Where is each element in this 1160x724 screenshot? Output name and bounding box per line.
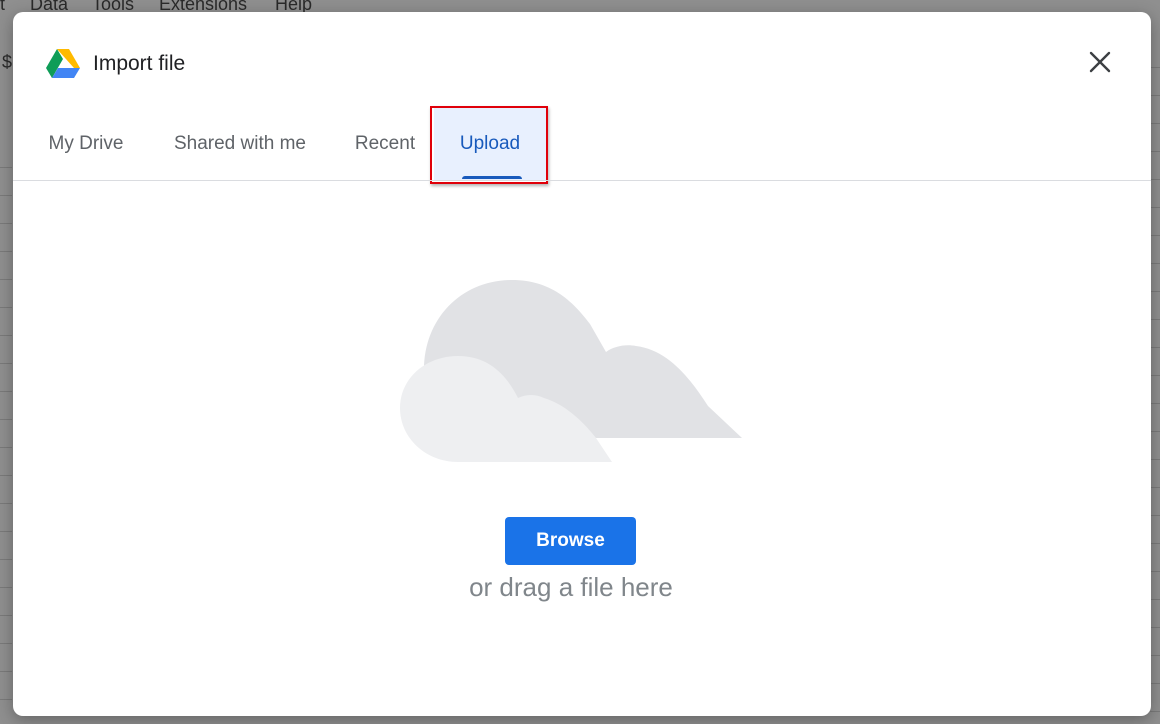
tab-label: My Drive (48, 133, 124, 154)
bg-side-glyph: $ (2, 52, 13, 72)
google-drive-icon (46, 48, 80, 78)
bg-grid-left (0, 140, 12, 724)
browse-button[interactable]: Browse (505, 517, 636, 565)
tab-recent[interactable]: Recent (335, 108, 435, 180)
bg-grid-right (1150, 40, 1160, 724)
active-tab-indicator (462, 176, 522, 179)
bg-menu-item: t (0, 0, 6, 14)
dialog-header: Import file (13, 12, 1151, 112)
import-file-dialog: Import file My Drive Shared with me Rece… (13, 12, 1151, 716)
close-icon (1089, 51, 1111, 78)
tab-divider (13, 180, 1151, 181)
tab-label: Recent (354, 133, 416, 154)
drag-file-hint: or drag a file here (469, 572, 673, 602)
dialog-title: Import file (93, 52, 186, 75)
tab-label: Upload (459, 133, 521, 154)
cloud-illustration (400, 278, 742, 464)
tab-shared-with-me[interactable]: Shared with me (153, 108, 327, 180)
close-button[interactable] (1084, 48, 1116, 80)
tab-label: Shared with me (173, 133, 306, 154)
tab-upload[interactable]: Upload (434, 108, 546, 180)
tab-bar: My Drive Shared with me Recent Upload (13, 108, 1151, 180)
tab-my-drive[interactable]: My Drive (25, 108, 147, 180)
